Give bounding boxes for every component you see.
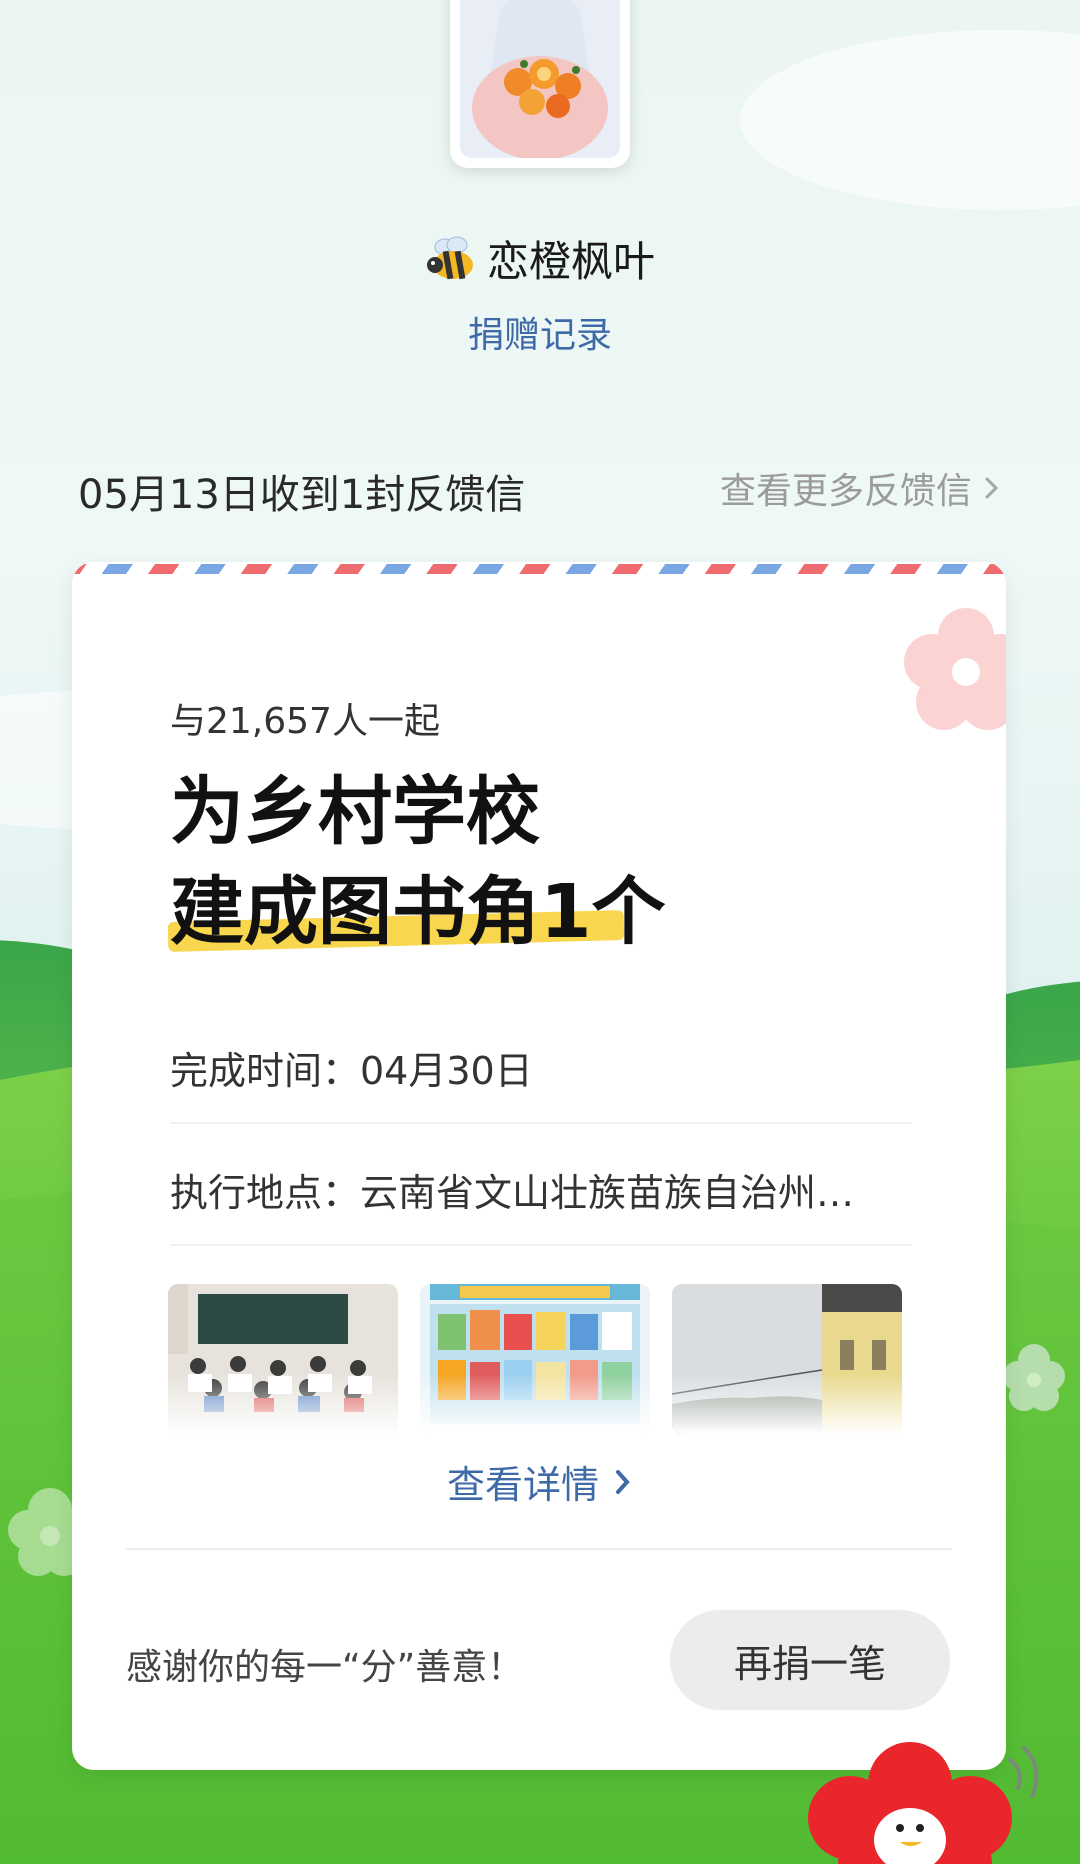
photo-fade (672, 1374, 902, 1434)
thanks-message: 感谢你的每一“分”善意！ (126, 1647, 524, 1688)
view-details-link[interactable]: 查看详情 (72, 1454, 1006, 1509)
photo-fade (168, 1374, 398, 1434)
feedback-letter-card: 与21,657人一起 为乡村学校 建成图书角1个 完成时间：04月30日 执行地… (72, 562, 1006, 1770)
photo-strip[interactable] (168, 1284, 902, 1434)
avatar-image (460, 0, 620, 158)
divider (170, 1244, 912, 1246)
view-details-label: 查看详情 (446, 1463, 599, 1507)
headline-line-2: 建成图书角1个 (170, 869, 666, 955)
more-feedback-label: 查看更多反馈信 (719, 471, 972, 512)
divider (170, 1122, 912, 1124)
more-feedback-link[interactable]: 查看更多反馈信 (720, 462, 1000, 514)
divider (126, 1548, 952, 1550)
chevron-right-icon (616, 1469, 630, 1494)
photo-classroom[interactable] (168, 1284, 398, 1434)
headline: 为乡村学校 建成图书角1个 (170, 762, 666, 962)
airmail-stripe (72, 564, 1006, 574)
mascot-flower-icon[interactable] (780, 1730, 1080, 1864)
avatar[interactable] (450, 0, 630, 168)
photo-school-building[interactable] (672, 1284, 902, 1434)
donate-again-button[interactable]: 再捐一笔 (670, 1610, 950, 1710)
participants-count-text: 与21,657人一起 (170, 701, 440, 742)
chevron-right-icon (985, 477, 999, 499)
photo-bookshelf[interactable] (420, 1284, 650, 1434)
completion-time: 完成时间：04月30日 (170, 1049, 533, 1093)
feedback-title: 05月13日收到1封反馈信 (78, 472, 526, 518)
bee-icon (426, 236, 473, 279)
username-row: 恋橙枫叶 (0, 228, 1080, 289)
photo-fade (420, 1374, 650, 1434)
donation-records-link[interactable]: 捐赠记录 (0, 306, 1080, 358)
headline-line-1: 为乡村学校 (170, 769, 540, 855)
flower-icon (904, 608, 1006, 730)
username: 恋橙枫叶 (486, 237, 655, 286)
execution-location: 执行地点：云南省文山壮族苗族自治州… (170, 1171, 855, 1215)
